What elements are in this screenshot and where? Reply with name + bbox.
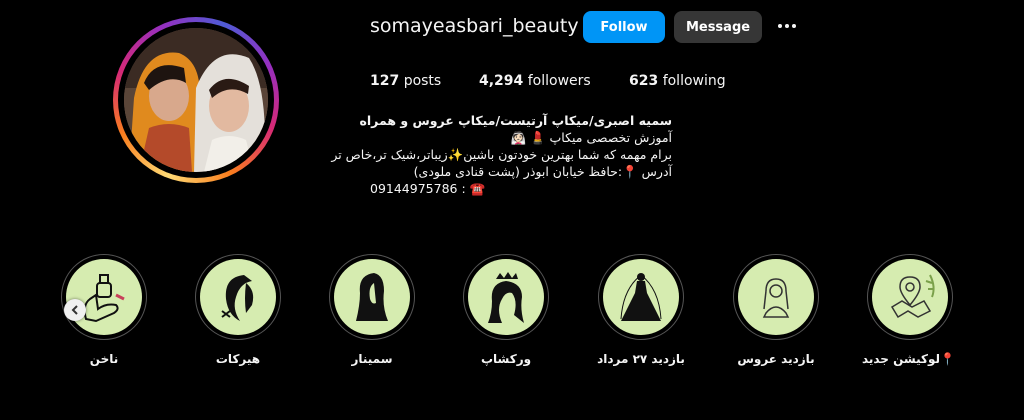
highlight-ring (61, 254, 147, 340)
highlight-label: ناخن (89, 352, 119, 366)
follow-button[interactable]: Follow (583, 11, 665, 43)
followers-count: 4,294 (479, 73, 524, 89)
highlight-cover (872, 259, 948, 335)
highlight-ring (733, 254, 819, 340)
following-stat[interactable]: 623 following (629, 73, 726, 89)
chevron-left-icon (71, 305, 78, 315)
highlight-ring (867, 254, 953, 340)
posts-label: posts (403, 73, 442, 89)
highlight-label: هیرکات (215, 352, 261, 366)
story-avatar-ring[interactable] (113, 17, 279, 183)
highlight-ring (598, 254, 684, 340)
highlight-item[interactable]: بازدید عروس (731, 254, 821, 366)
highlight-cover (603, 259, 679, 335)
avatar-frame (118, 22, 274, 178)
highlights-previous-button[interactable] (64, 299, 86, 321)
bride-outline-icon (762, 278, 790, 318)
profile-username: somayeasbari_beauty (370, 15, 579, 37)
highlight-ring (329, 254, 415, 340)
bio-line: آموزش تخصصی میکاپ 💄 👰🏻 (510, 130, 672, 145)
highlight-label: بازدید ۲۷ مرداد (597, 352, 685, 366)
highlight-item[interactable]: سمینار (327, 254, 417, 366)
followers-stat[interactable]: 4,294 followers (479, 73, 591, 89)
nail-hand-icon (83, 274, 125, 323)
highlight-item[interactable]: ورکشاپ (461, 254, 551, 366)
highlight-cover (468, 259, 544, 335)
crowned-woman-icon (488, 272, 524, 323)
highlight-item[interactable]: 📍لوکیشن جدید (861, 254, 955, 366)
profile-avatar[interactable] (124, 28, 268, 172)
highlight-label: بازدید عروس (737, 352, 815, 366)
following-label: following (662, 73, 726, 89)
highlight-cover (200, 259, 276, 335)
highlight-cover (738, 259, 814, 335)
location-map-icon (890, 274, 935, 319)
highlight-label: سمینار (351, 352, 393, 366)
highlight-item[interactable]: هیرکات (193, 254, 283, 366)
avatar-image (124, 28, 268, 172)
woman-silhouette-icon (356, 273, 388, 321)
followers-label: followers (527, 73, 591, 89)
posts-stat: 127 posts (370, 73, 441, 89)
highlight-cover (66, 259, 142, 335)
haircut-woman-icon (221, 275, 254, 321)
highlight-ring (463, 254, 549, 340)
more-options-icon[interactable] (773, 14, 801, 38)
highlight-ring (195, 254, 281, 340)
highlight-item[interactable]: بازدید ۲۷ مرداد (596, 254, 686, 366)
message-button[interactable]: Message (674, 11, 762, 43)
bio-phone: 09144975786 : ☎️ (370, 181, 486, 196)
posts-count: 127 (370, 73, 400, 89)
following-count: 623 (629, 73, 659, 89)
highlight-label: ورکشاپ (480, 352, 532, 366)
bio-name: سمیه اصبری/میکاپ آرتیست/میکاپ عروس و همر… (359, 113, 673, 128)
bio-address: آدرس 📍:حافظ خیابان ابوذر (پشت قنادی ملود… (413, 164, 672, 179)
highlight-label: 📍لوکیشن جدید (861, 352, 955, 366)
profile-bio: سمیه اصبری/میکاپ آرتیست/میکاپ عروس و همر… (331, 112, 673, 197)
highlight-cover (334, 259, 410, 335)
bio-line: برام مهمه که شما بهترین خودتون باشین✨زیب… (331, 147, 672, 162)
bride-dress-icon (620, 273, 662, 321)
